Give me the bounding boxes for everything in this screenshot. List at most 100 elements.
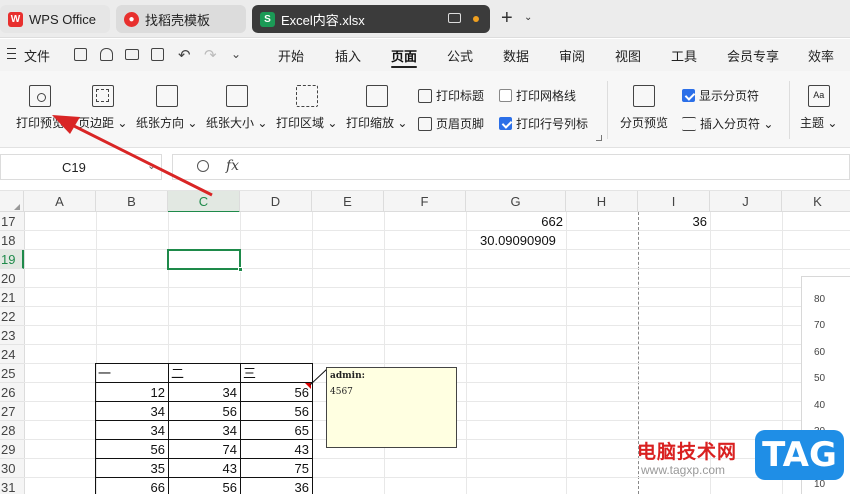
table-cell[interactable]: 75	[241, 459, 313, 478]
menu-file[interactable]: 文件	[24, 46, 50, 65]
print-scale-button[interactable]: 打印缩放 ⌄	[346, 85, 407, 131]
menu-view[interactable]: 视图	[615, 46, 641, 65]
menu-data[interactable]: 数据	[503, 46, 529, 65]
table-cell[interactable]: 66	[96, 478, 169, 494]
export-pdf-icon[interactable]	[100, 48, 113, 61]
menu-home[interactable]: 开始	[278, 46, 304, 65]
table-cell[interactable]: 56	[169, 402, 241, 421]
column-header-j[interactable]: J	[710, 191, 782, 213]
theme-button[interactable]: Aa 主题 ⌄	[800, 85, 837, 131]
selected-cell-c19[interactable]	[167, 249, 243, 272]
monitor-icon[interactable]	[448, 13, 461, 23]
row-header-28[interactable]: 28	[0, 421, 24, 440]
table-cell[interactable]: 56	[241, 383, 313, 402]
table-cell[interactable]: 35	[96, 459, 169, 478]
row-header-18[interactable]: 18	[0, 231, 24, 250]
row-header-26[interactable]: 26	[0, 383, 24, 402]
row-header-27[interactable]: 27	[0, 402, 24, 421]
more-chevron-icon[interactable]: ⌄	[231, 47, 241, 61]
worksheet-grid[interactable]: 17 18 19 20 21 22 23 24 25 26 27 28 29 3…	[0, 212, 850, 494]
chart-axis-label: 50	[814, 373, 826, 384]
row-header-17[interactable]: 17	[0, 212, 24, 231]
print-gridlines-checkbox[interactable]: 打印网格线	[499, 87, 576, 104]
cell-g18[interactable]: 30.09090909	[466, 231, 566, 250]
paper-size-button[interactable]: 纸张大小 ⌄	[206, 85, 267, 131]
table-cell[interactable]: 34	[169, 383, 241, 402]
save-icon[interactable]	[74, 48, 87, 61]
comment-box[interactable]: admin: 4567	[326, 367, 457, 448]
menu-review[interactable]: 审阅	[559, 46, 585, 65]
print-preview-button[interactable]: 打印预览	[16, 85, 64, 131]
row-header-22[interactable]: 22	[0, 307, 24, 326]
tab-excel-file[interactable]: S Excel内容.xlsx	[252, 5, 490, 33]
table-cell[interactable]: 56	[241, 402, 313, 421]
menu-efficiency[interactable]: 效率	[808, 46, 834, 65]
table-cell[interactable]: 12	[96, 383, 169, 402]
row-header-24[interactable]: 24	[0, 345, 24, 364]
undo-icon[interactable]: ↶	[178, 46, 191, 64]
formula-input[interactable]: fx	[172, 154, 850, 180]
row-header-21[interactable]: 21	[0, 288, 24, 307]
row-header-30[interactable]: 30	[0, 459, 24, 478]
column-header-b[interactable]: B	[96, 191, 168, 213]
table-cell[interactable]: 43	[241, 440, 313, 459]
row-header-19[interactable]: 19	[0, 250, 24, 269]
show-page-breaks-checkbox[interactable]: 显示分页符	[682, 87, 759, 104]
column-header-k[interactable]: K	[782, 191, 850, 213]
print-preview-small-icon[interactable]	[151, 48, 164, 61]
table-cell[interactable]: 56	[169, 478, 241, 494]
row-header-20[interactable]: 20	[0, 269, 24, 288]
zoom-function-icon[interactable]	[197, 160, 209, 172]
column-header-i[interactable]: I	[638, 191, 710, 213]
margins-button[interactable]: 页边距 ⌄	[78, 85, 127, 131]
hamburger-icon[interactable]	[7, 48, 16, 59]
column-header-a[interactable]: A	[24, 191, 96, 213]
tab-wps-office[interactable]: W WPS Office	[0, 5, 110, 33]
print-headings-checkbox[interactable]: 打印行号列标	[499, 115, 588, 132]
print-area-button[interactable]: 打印区域 ⌄	[276, 85, 337, 131]
table-cell[interactable]: 34	[96, 402, 169, 421]
column-header-g[interactable]: G	[466, 191, 566, 213]
redo-icon[interactable]: ↷	[204, 46, 217, 64]
column-header-h[interactable]: H	[566, 191, 638, 213]
select-all-corner[interactable]	[0, 191, 24, 213]
fx-icon[interactable]: fx	[226, 158, 239, 174]
table-header-2[interactable]: 二	[169, 364, 241, 383]
insert-page-break-button[interactable]: 插入分页符 ⌄	[682, 115, 773, 132]
row-header-23[interactable]: 23	[0, 326, 24, 345]
menu-formula[interactable]: 公式	[447, 46, 473, 65]
tab-template[interactable]: ● 找稻壳模板	[116, 5, 246, 33]
cell-g17[interactable]: 662	[466, 212, 566, 231]
row-header-31[interactable]: 31	[0, 478, 24, 494]
table-cell[interactable]: 65	[241, 421, 313, 440]
column-header-e[interactable]: E	[312, 191, 384, 213]
table-cell[interactable]: 36	[241, 478, 313, 494]
page-break-preview-button[interactable]: 分页预览	[620, 85, 668, 131]
table-cell[interactable]: 43	[169, 459, 241, 478]
cell-i17[interactable]: 36	[638, 212, 710, 231]
table-cell[interactable]: 56	[96, 440, 169, 459]
menu-page[interactable]: 页面	[391, 46, 417, 65]
column-header-c[interactable]: C	[168, 191, 240, 213]
menu-member[interactable]: 会员专享	[727, 46, 779, 65]
dialog-launcher-icon[interactable]	[596, 135, 602, 141]
header-footer-button[interactable]: 页眉页脚	[418, 115, 484, 132]
chevron-down-icon[interactable]: ⌄	[524, 12, 532, 23]
menu-tools[interactable]: 工具	[671, 46, 697, 65]
print-titles-button[interactable]: 打印标题	[418, 87, 484, 104]
table-header-3[interactable]: 三	[241, 364, 313, 383]
table-header-1[interactable]: 一	[96, 364, 169, 383]
table-cell[interactable]: 74	[169, 440, 241, 459]
table-cell[interactable]: 34	[96, 421, 169, 440]
menu-insert[interactable]: 插入	[335, 46, 361, 65]
column-header-d[interactable]: D	[240, 191, 312, 213]
orientation-button[interactable]: 纸张方向 ⌄	[136, 85, 197, 131]
new-tab-icon[interactable]: +	[501, 8, 513, 28]
print-icon[interactable]	[125, 49, 139, 60]
column-header-f[interactable]: F	[384, 191, 466, 213]
name-box[interactable]: C19 ⌄	[0, 154, 162, 180]
row-header-25[interactable]: 25	[0, 364, 24, 383]
row-header-29[interactable]: 29	[0, 440, 24, 459]
table-cell[interactable]: 34	[169, 421, 241, 440]
name-box-dropdown-icon[interactable]: ⌄	[147, 159, 156, 172]
